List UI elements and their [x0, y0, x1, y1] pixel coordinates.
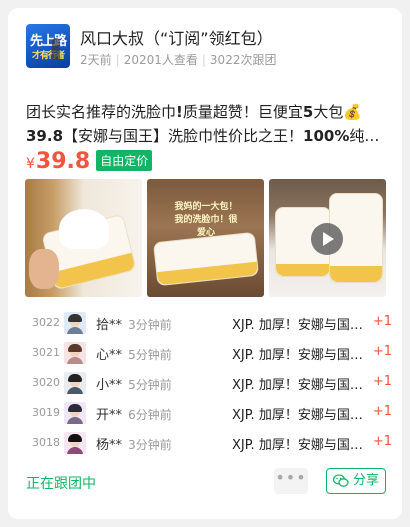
buyer-name: 拾** 3分钟前 [96, 314, 172, 333]
order-product: XJP. 加厚！安娜与国王 洗脸巾 [232, 318, 366, 333]
buyer-nick: 心** [96, 348, 123, 363]
share-button[interactable]: 分享 [326, 468, 386, 494]
desc-text: 大包 [313, 103, 344, 121]
tissue-graphic [59, 209, 109, 249]
order-row[interactable]: 3021 心** 5分钟前 XJP. 加厚！安娜与国王 洗脸巾 +1 [26, 336, 392, 366]
buyer-name: 小** 5分钟前 [96, 374, 172, 393]
follow-status: 正在跟团中 [26, 476, 96, 492]
buyer-nick: 拾** [96, 318, 123, 333]
buyer-nick: 杨** [96, 438, 123, 453]
buyer-avatar [64, 372, 86, 394]
buyer-nick: 开** [96, 408, 123, 423]
order-product: XJP. 加厚！安娜与国王 洗脸巾 [232, 408, 366, 423]
product-images: 我妈的一大包！我的洗脸巾！很爱心 [25, 179, 387, 297]
desc-text: 【安娜与国王】洗脸巾性价比之王！ [63, 127, 304, 145]
order-time: 6分钟前 [128, 408, 172, 422]
product-image-1[interactable] [25, 179, 142, 297]
buyer-name: 心** 5分钟前 [96, 344, 172, 363]
order-count: +1 [372, 434, 392, 449]
buyer-nick: 小** [96, 378, 123, 393]
desc-text: ! [176, 103, 183, 121]
order-row[interactable]: 3020 小** 5分钟前 XJP. 加厚！安娜与国王 洗脸巾 +1 [26, 366, 392, 396]
desc-text: 100% [303, 127, 350, 145]
order-row[interactable]: 3019 开** 6分钟前 XJP. 加厚！安娜与国王 洗脸巾 +1 [26, 396, 392, 426]
desc-text: 质量超赞！巨便宜 [182, 103, 303, 121]
leader-avatar[interactable]: 先上路 才有行者 [26, 24, 70, 68]
desc-text: 纯… [349, 127, 380, 145]
order-number: 3020 [32, 376, 60, 389]
order-row[interactable]: 3022 拾** 3分钟前 XJP. 加厚！安娜与国王 洗脸巾 +1 [26, 306, 392, 336]
buyer-avatar [64, 312, 86, 334]
wechat-icon [333, 474, 349, 487]
price-value: 39.8 [35, 149, 91, 174]
buyer-avatar [64, 342, 86, 364]
meta-divider: | [201, 53, 206, 67]
desc-text: 团长实名推荐的洗脸巾 [26, 103, 177, 121]
price-row: ¥39.8 自由定价 [26, 149, 153, 177]
desc-text: 5 [302, 103, 314, 121]
buyer-avatar [64, 432, 86, 454]
more-button[interactable]: ••• [274, 468, 308, 494]
order-time: 5分钟前 [128, 348, 172, 362]
order-time: 3分钟前 [128, 438, 172, 452]
view-count: 20201人查看 [123, 53, 198, 67]
product-image-2[interactable]: 我妈的一大包！我的洗脸巾！很爱心 [147, 179, 264, 297]
meta-divider: | [115, 53, 120, 67]
post-meta: 2天前 | 20201人查看 | 3022次跟团 [80, 51, 276, 68]
share-label: 分享 [353, 473, 380, 488]
logo-text: 先上路 [29, 34, 67, 49]
buyer-name: 开** 6分钟前 [96, 404, 172, 423]
currency-symbol: ¥ [26, 156, 35, 172]
hand-graphic [29, 249, 59, 289]
order-number: 3019 [32, 406, 60, 419]
order-number: 3018 [32, 436, 60, 449]
order-number: 3022 [32, 316, 60, 329]
leader-name[interactable]: 风口大叔（“订阅”领红包） [80, 25, 273, 49]
price: ¥39.8 [26, 149, 90, 174]
order-count: +1 [372, 314, 392, 329]
order-product: XJP. 加厚！安娜与国王 洗脸巾 [232, 348, 366, 363]
product-description[interactable]: 团长实名推荐的洗脸巾!质量超赞！巨便宜5大包💰39.8【安娜与国王】洗脸巾性价比… [26, 100, 386, 148]
order-count: +1 [372, 374, 392, 389]
tissue-pack-graphic [152, 231, 260, 287]
buyer-avatar [64, 402, 86, 424]
order-list: 3022 拾** 3分钟前 XJP. 加厚！安娜与国王 洗脸巾 +1 3021 … [26, 306, 392, 456]
logo-subtext: 才有行者 [31, 51, 65, 61]
order-time: 5分钟前 [128, 378, 172, 392]
order-number: 3021 [32, 346, 60, 359]
card-header: 先上路 才有行者 风口大叔（“订阅”领红包） 2天前 | 20201人查看 | 3022… [26, 24, 388, 72]
price-tag-badge: 自由定价 [96, 150, 153, 171]
order-count: +1 [372, 404, 392, 419]
image-caption: 我妈的一大包！我的洗脸巾！很爱心 [174, 202, 238, 238]
order-time: 3分钟前 [128, 318, 172, 332]
card-footer: 正在跟团中 ••• 分享 [26, 468, 386, 496]
order-product: XJP. 加厚！安娜与国王 洗脸巾 [232, 378, 366, 393]
follow-count: 3022次跟团 [209, 53, 277, 67]
order-product: XJP. 加厚！安娜与国王 洗脸巾 [232, 438, 366, 453]
person-silhouette-icon [52, 38, 60, 60]
group-buy-card[interactable]: 先上路 才有行者 风口大叔（“订阅”领红包） 2天前 | 20201人查看 | 3022… [8, 8, 402, 519]
play-icon[interactable] [311, 223, 343, 255]
buyer-name: 杨** 3分钟前 [96, 434, 172, 453]
order-row[interactable]: 3018 杨** 3分钟前 XJP. 加厚！安娜与国王 洗脸巾 +1 [26, 426, 392, 456]
product-video[interactable] [269, 179, 386, 297]
post-time: 2天前 [80, 53, 112, 67]
order-count: +1 [372, 344, 392, 359]
